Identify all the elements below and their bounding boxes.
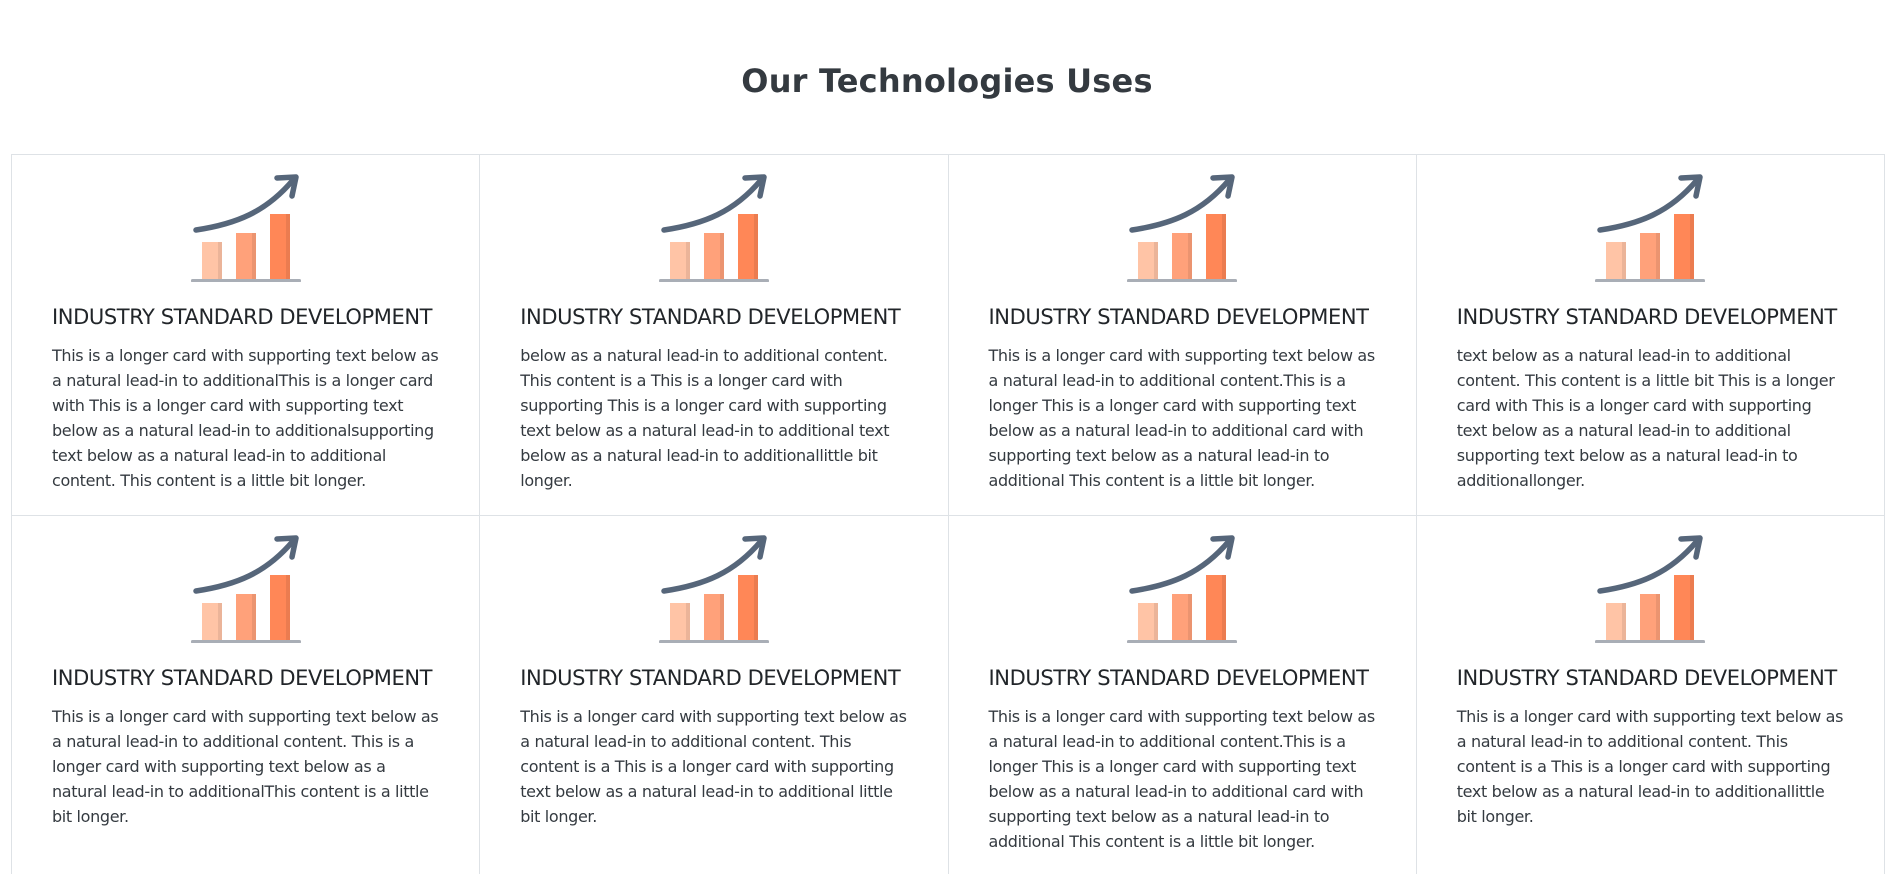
card-title: INDUSTRY STANDARD DEVELOPMENT xyxy=(1456,666,1838,690)
chart-bar-shade xyxy=(1222,575,1227,641)
chart-baseline xyxy=(190,279,301,282)
chart-bar-shade xyxy=(719,594,724,641)
chart-bar-shade xyxy=(1188,233,1193,280)
technology-card: INDUSTRY STANDARD DEVELOPMENT This is a … xyxy=(480,516,949,874)
growth-chart-icon xyxy=(190,535,301,643)
chart-baseline xyxy=(190,640,301,643)
card-title: INDUSTRY STANDARD DEVELOPMENT xyxy=(520,666,901,690)
chart-baseline xyxy=(1595,279,1706,282)
section-title: Our Technologies Uses xyxy=(741,62,1153,100)
chart-bar-shade xyxy=(217,242,222,280)
chart-bar-shade xyxy=(1222,214,1227,280)
chart-bar-shade xyxy=(1656,233,1661,280)
card-title: INDUSTRY STANDARD DEVELOPMENT xyxy=(1456,305,1838,329)
card-text: This is a longer card with supporting te… xyxy=(52,346,439,490)
chart-bar-shade xyxy=(1154,603,1159,641)
chart-baseline xyxy=(658,279,769,282)
technology-card: INDUSTRY STANDARD DEVELOPMENT This is a … xyxy=(948,155,1417,516)
chart-bar-shade xyxy=(285,575,290,641)
growth-chart-icon xyxy=(1127,535,1238,643)
chart-bar-shade xyxy=(217,603,222,641)
technology-card: INDUSTRY STANDARD DEVELOPMENT This is a … xyxy=(949,516,1417,874)
chart-bar-shade xyxy=(1690,214,1695,280)
card-text: This is a longer card with supporting te… xyxy=(520,707,907,826)
chart-bar-shade xyxy=(719,233,724,280)
growth-chart-icon xyxy=(1595,535,1706,643)
chart-bar-shade xyxy=(1188,594,1193,641)
card-text: This is a longer card with supporting te… xyxy=(52,707,439,826)
card-text: This is a longer card with supporting te… xyxy=(988,707,1376,851)
chart-baseline xyxy=(1127,279,1238,282)
growth-chart-icon xyxy=(190,174,301,282)
technology-card: INDUSTRY STANDARD DEVELOPMENT This is a … xyxy=(12,516,481,874)
chart-bar-shade xyxy=(685,603,690,641)
chart-bar-shade xyxy=(1154,242,1159,280)
chart-bar-shade xyxy=(251,594,256,641)
technology-card: INDUSTRY STANDARD DEVELOPMENT This is a … xyxy=(12,155,481,516)
technology-card: INDUSTRY STANDARD DEVELOPMENT text below… xyxy=(1416,155,1885,516)
card-text: below as a natural lead-in to additional… xyxy=(520,346,890,490)
growth-chart-icon xyxy=(1595,174,1706,282)
chart-bar-shade xyxy=(685,242,690,280)
chart-bar-shade xyxy=(753,575,758,641)
chart-bar-shade xyxy=(1656,594,1661,641)
chart-bar-shade xyxy=(1622,242,1627,280)
chart-baseline xyxy=(658,640,769,643)
card-title: INDUSTRY STANDARD DEVELOPMENT xyxy=(520,305,901,329)
card-title: INDUSTRY STANDARD DEVELOPMENT xyxy=(52,666,433,690)
chart-bar-shade xyxy=(285,214,290,280)
chart-bar-shade xyxy=(251,233,256,280)
technology-card: INDUSTRY STANDARD DEVELOPMENT below as a… xyxy=(480,155,949,516)
card-text: This is a longer card with supporting te… xyxy=(988,346,1376,490)
card-title: INDUSTRY STANDARD DEVELOPMENT xyxy=(988,666,1370,690)
technology-card: INDUSTRY STANDARD DEVELOPMENT This is a … xyxy=(1417,516,1885,874)
card-title: INDUSTRY STANDARD DEVELOPMENT xyxy=(988,305,1370,329)
card-text: text below as a natural lead-in to addit… xyxy=(1456,346,1835,490)
card-text: This is a longer card with supporting te… xyxy=(1456,707,1844,826)
chart-baseline xyxy=(1595,640,1706,643)
card-title: INDUSTRY STANDARD DEVELOPMENT xyxy=(52,305,433,329)
growth-chart-icon xyxy=(1127,174,1238,282)
chart-bar-shade xyxy=(753,214,758,280)
chart-bar-shade xyxy=(1622,603,1627,641)
technology-cards-grid: INDUSTRY STANDARD DEVELOPMENT This is a … xyxy=(11,154,1885,874)
chart-bar-shade xyxy=(1690,575,1695,641)
growth-chart-icon xyxy=(658,174,769,282)
growth-chart-icon xyxy=(658,535,769,643)
chart-baseline xyxy=(1127,640,1238,643)
